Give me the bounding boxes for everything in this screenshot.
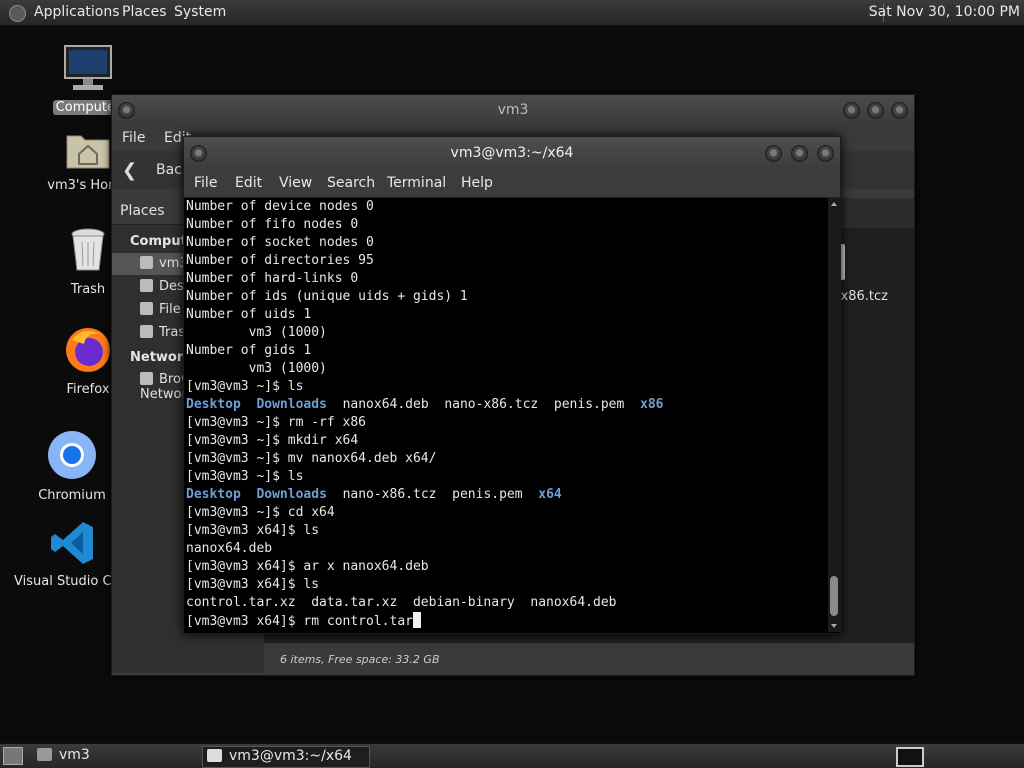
directory-name: x64 xyxy=(538,487,562,502)
status-text: 6 items, Free space: 33.2 GB xyxy=(280,653,440,666)
terminal-line: Number of fifo nodes 0 xyxy=(186,217,359,232)
window-menu-button[interactable] xyxy=(118,102,135,119)
window-menu-button[interactable] xyxy=(190,145,207,162)
taskbar-item-terminal[interactable]: vm3@vm3:~/x64 xyxy=(202,746,370,768)
folder-icon xyxy=(37,748,52,761)
desktop-icon xyxy=(140,279,153,292)
scroll-up-icon[interactable] xyxy=(831,202,837,206)
terminal-line: Number of device nodes 0 xyxy=(186,199,374,214)
home-icon xyxy=(140,256,153,269)
show-desktop-icon[interactable] xyxy=(3,747,23,765)
terminal-text: Number of device nodes 0 Number of fifo n… xyxy=(186,198,826,631)
terminal-line: [vm3@vm3 ~]$ mkdir x64 xyxy=(186,433,359,448)
menu-search[interactable]: Search xyxy=(327,175,375,191)
scrollbar-thumb[interactable] xyxy=(830,576,838,616)
close-button[interactable] xyxy=(891,102,908,119)
terminal-line: [vm3@vm3 ~]$ mv nanox64.deb x64/ xyxy=(186,451,437,466)
menu-terminal[interactable]: Terminal xyxy=(387,175,446,191)
directory-name: Desktop xyxy=(186,397,241,412)
network-icon xyxy=(140,372,153,385)
minimize-button[interactable] xyxy=(765,145,782,162)
directory-name: x86 xyxy=(640,397,664,412)
home-folder-icon xyxy=(66,135,110,169)
sidebar-item-vm3[interactable]: vm3 xyxy=(140,256,188,271)
desktop-label: Chromium xyxy=(38,488,106,503)
terminal-line: Number of socket nodes 0 xyxy=(186,235,374,250)
terminal-line: [vm3@vm3 ~]$ rm -rf x86 xyxy=(186,415,367,430)
terminal-line: Number of ids (unique uids + gids) 1 xyxy=(186,289,468,304)
terminal-line: vm3 (1000) xyxy=(186,361,327,376)
menu-file[interactable]: File xyxy=(194,175,217,191)
maximize-button[interactable] xyxy=(867,102,884,119)
vscode-icon xyxy=(51,522,93,564)
menu-file[interactable]: File xyxy=(122,130,145,146)
taskbar-label: vm3 xyxy=(59,747,90,763)
window-title: vm3@vm3:~/x64 xyxy=(450,145,574,161)
terminal-output[interactable]: Number of device nodes 0 Number of fifo n… xyxy=(186,198,826,632)
places-label: Places xyxy=(120,203,165,219)
terminal-line: control.tar.xz data.tar.xz debian-binary… xyxy=(186,595,617,610)
terminal-scrollbar[interactable] xyxy=(828,198,840,632)
back-arrow-icon[interactable]: ❮ xyxy=(122,160,137,181)
directory-name: Downloads xyxy=(256,487,327,502)
terminal-line: [vm3@vm3 x64]$ ar x nanox64.deb xyxy=(186,559,429,574)
terminal-line: [vm3@vm3 ~]$ ls xyxy=(186,469,304,484)
terminal-window[interactable]: vm3@vm3:~/x64 File Edit View Search Term… xyxy=(183,136,841,634)
clock[interactable]: Sat Nov 30, 10:00 PM xyxy=(869,4,1020,20)
status-bar: 6 items, Free space: 33.2 GB xyxy=(264,645,914,675)
system-menu[interactable]: System xyxy=(174,4,226,20)
terminal-icon xyxy=(207,749,222,762)
taskbar-label: vm3@vm3:~/x64 xyxy=(229,748,352,764)
firefox-icon xyxy=(66,328,110,372)
directory-name: Desktop xyxy=(186,487,241,502)
terminal-line: Desktop Downloads nano-x86.tcz penis.pem… xyxy=(186,487,562,502)
terminal-line: nanox64.deb xyxy=(186,541,273,556)
terminal-line: [vm3@vm3 ~]$ cd x64 xyxy=(186,505,335,520)
menu-view[interactable]: View xyxy=(279,175,312,191)
window-title: vm3 xyxy=(497,102,529,118)
close-button[interactable] xyxy=(817,145,834,162)
chromium-icon xyxy=(48,431,96,479)
gnome-foot-icon[interactable] xyxy=(9,5,26,22)
terminal-titlebar[interactable]: vm3@vm3:~/x64 xyxy=(184,137,840,169)
bottom-panel: vm3 vm3@vm3:~/x64 xyxy=(0,743,1024,768)
top-panel: Applications Places System Sat Nov 30, 1… xyxy=(0,0,1024,26)
taskbar-item-vm3[interactable]: vm3 xyxy=(33,746,198,766)
terminal-line: vm3 (1000) xyxy=(186,325,327,340)
menu-edit[interactable]: Edit xyxy=(235,175,262,191)
directory-name: Downloads xyxy=(256,397,327,412)
file-manager-titlebar[interactable]: vm3 xyxy=(112,95,914,125)
desktop-icon-chromium[interactable]: Chromium xyxy=(22,430,122,503)
text-cursor xyxy=(412,612,421,628)
menu-help[interactable]: Help xyxy=(461,175,493,191)
terminal-line: [vm3@vm3 ~]$ ls xyxy=(186,379,304,394)
terminal-line: [vm3@vm3 x64]$ rm control.tar xyxy=(186,612,826,631)
terminal-line: Desktop Downloads nanox64.deb nano-x86.t… xyxy=(186,397,664,412)
trash-icon xyxy=(140,325,153,338)
terminal-line: Number of directories 95 xyxy=(186,253,374,268)
places-menu[interactable]: Places xyxy=(122,4,167,20)
terminal-line: Number of hard-links 0 xyxy=(186,271,359,286)
maximize-button[interactable] xyxy=(791,145,808,162)
terminal-line: Number of gids 1 xyxy=(186,343,312,358)
drive-icon xyxy=(140,302,153,315)
computer-icon xyxy=(64,45,112,90)
applications-menu[interactable]: Applications xyxy=(34,4,120,20)
scroll-down-icon[interactable] xyxy=(831,624,837,628)
terminal-line: Number of uids 1 xyxy=(186,307,312,322)
workspace-switcher[interactable] xyxy=(896,747,924,767)
terminal-line: [vm3@vm3 x64]$ ls xyxy=(186,523,320,538)
trash-icon xyxy=(71,228,105,271)
terminal-line: [vm3@vm3 x64]$ ls xyxy=(186,577,320,592)
terminal-menubar: File Edit View Search Terminal Help xyxy=(184,169,840,198)
minimize-button[interactable] xyxy=(843,102,860,119)
